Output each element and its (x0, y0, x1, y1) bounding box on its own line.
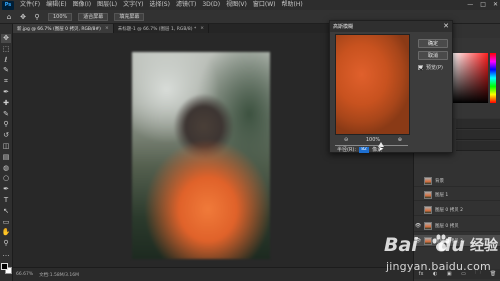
menu-file[interactable]: 文件(F) (17, 0, 43, 10)
menu-view[interactable]: 视图(V) (223, 0, 250, 10)
blurred-photo-canvas[interactable] (132, 52, 270, 259)
layer-thumbnail (424, 190, 432, 199)
menu-help[interactable]: 帮助(H) (279, 0, 306, 10)
marquee-icon[interactable]: ⬚ (1, 45, 11, 54)
pointer-cursor-icon: ➤ (378, 145, 384, 153)
menu-3d[interactable]: 3D(D) (199, 0, 223, 10)
dialog-titlebar[interactable]: 高斯模糊 ✕ (330, 21, 452, 32)
close-icon[interactable]: ✕ (443, 22, 449, 31)
ok-button[interactable]: 确定 (418, 39, 448, 48)
gradient-icon[interactable]: ▤ (1, 153, 11, 162)
fit-screen-button[interactable]: 适合屏幕 (78, 12, 109, 21)
cancel-button[interactable]: 取消 (418, 51, 448, 60)
shape-icon[interactable]: ▭ (1, 218, 11, 227)
crop-icon[interactable]: ⌗ (1, 77, 11, 86)
hue-slider[interactable] (490, 53, 496, 103)
tab-document-1[interactable]: 新.jpg @ 66.7% (图层 0 拷贝, RGB/8#) × (13, 24, 114, 33)
tab-document-2[interactable]: 未标题-1 @ 66.7% (图层 1, RGB/8) * × (114, 24, 209, 33)
close-icon[interactable]: ✕ (493, 0, 498, 10)
menu-type[interactable]: 文字(Y) (120, 0, 146, 10)
move-icon[interactable]: ✥ (1, 34, 11, 43)
watermark-brand-left: Bai (384, 234, 418, 256)
menu-image[interactable]: 图像(I) (70, 0, 94, 10)
layer-name: 图层 0 拷贝 2 (435, 207, 464, 213)
layer-thumbnail (424, 221, 432, 230)
layers-filter-bar[interactable] (456, 130, 500, 140)
tab-label: 未标题-1 @ 66.7% (图层 1, RGB/8) * (117, 26, 197, 32)
layers-panel-tabs[interactable] (456, 119, 500, 129)
close-tab-icon[interactable]: × (200, 26, 204, 31)
maximize-icon[interactable]: □ (480, 0, 486, 10)
close-tab-icon[interactable]: × (105, 26, 109, 31)
tab-label: 新.jpg @ 66.7% (图层 0 拷贝, RGB/8#) (17, 26, 101, 32)
blur-icon[interactable]: ◍ (1, 164, 11, 173)
paw-icon (432, 234, 450, 252)
slider-track[interactable] (335, 145, 408, 146)
layer-row[interactable]: 图层 0 拷贝 2 (414, 204, 500, 216)
zoom-percent-button[interactable]: 100% (48, 12, 73, 21)
layer-row[interactable]: 图层 1 (414, 189, 500, 201)
quick-select-icon[interactable]: ✎ (1, 66, 11, 75)
watermark-brand-cn: 经验 (469, 238, 498, 254)
foreground-color-swatch[interactable] (0, 262, 8, 270)
move-icon[interactable]: ✥ (18, 12, 28, 21)
zoom-tool-icon[interactable]: ⚲ (32, 12, 42, 21)
eye-icon[interactable]: 👁 (414, 223, 422, 229)
type-icon[interactable]: T (1, 196, 11, 205)
layer-name: 背景 (435, 178, 444, 184)
menu-bar: Ps 文件(F) 编辑(E) 图像(I) 图层(L) 文字(Y) 选择(S) 滤… (0, 0, 500, 10)
zoom-icon[interactable]: ⚲ (1, 239, 11, 248)
layers-blend-bar[interactable] (456, 141, 500, 151)
more-tools-icon[interactable]: … (1, 250, 11, 259)
window-controls: — □ ✕ (467, 0, 498, 10)
menu-select[interactable]: 选择(S) (146, 0, 173, 10)
preview-option[interactable]: 预览(P) (418, 64, 443, 71)
path-select-icon[interactable]: ↖ (1, 207, 11, 216)
lasso-icon[interactable]: ℓ (1, 56, 11, 65)
dodge-icon[interactable]: ○ (1, 174, 11, 183)
layer-thumbnail (424, 205, 432, 214)
fill-screen-button[interactable]: 填充屏幕 (114, 12, 145, 21)
pen-icon[interactable]: ✒ (1, 185, 11, 194)
brush-icon[interactable]: ✎ (1, 110, 11, 119)
layer-thumbnail (424, 176, 432, 185)
healing-icon[interactable]: ✚ (1, 99, 11, 108)
blur-preview[interactable] (335, 34, 410, 135)
status-bar: 66.67% 文档:1.58M/3.16M (13, 267, 413, 281)
layer-name: 图层 0 拷贝 (435, 223, 459, 229)
layer-name: 图层 1 (435, 192, 449, 198)
menu-filter[interactable]: 滤镜(T) (173, 0, 199, 10)
gaussian-blur-dialog: 高斯模糊 ✕ ⊖ 100% ⊕ 半径(R): 像素 确定 取消 预览(P) (329, 20, 453, 153)
menu-window[interactable]: 窗口(W) (250, 0, 279, 10)
home-icon[interactable]: ⌂ (4, 12, 14, 21)
eyedropper-icon[interactable]: ✒ (1, 88, 11, 97)
eraser-icon[interactable]: ◫ (1, 142, 11, 151)
photoshop-window: Ps 文件(F) 编辑(E) 图像(I) 图层(L) 文字(Y) 选择(S) 滤… (0, 0, 500, 281)
minimize-icon[interactable]: — (467, 0, 473, 10)
dialog-title: 高斯模糊 (333, 24, 354, 30)
stamp-icon[interactable]: ⚲ (1, 120, 11, 129)
color-picker-field[interactable] (452, 53, 488, 103)
menu-layer[interactable]: 图层(L) (94, 0, 120, 10)
layer-row[interactable]: 背景 (414, 175, 500, 187)
preview-checkbox[interactable] (418, 65, 423, 70)
status-doc-info: 文档:1.58M/3.16M (39, 272, 80, 278)
status-zoom[interactable]: 66.67% (16, 272, 33, 277)
watermark-url: jingyan.baidu.com (386, 260, 491, 273)
history-brush-icon[interactable]: ↺ (1, 131, 11, 140)
tool-bar: ✥ ⬚ ℓ ✎ ⌗ ✒ ✚ ✎ ⚲ ↺ ◫ ▤ ◍ ○ ✒ T ↖ ▭ ✋ ⚲ … (0, 24, 13, 281)
radius-slider[interactable] (335, 142, 408, 150)
preview-label: 预览(P) (426, 65, 443, 71)
menu-edit[interactable]: 编辑(E) (43, 0, 69, 10)
color-swatches[interactable] (0, 262, 12, 274)
baidu-jingyan-watermark: Bai du 经验 jingyan.baidu.com (384, 230, 500, 281)
photoshop-logo: Ps (2, 0, 14, 10)
hand-icon[interactable]: ✋ (1, 228, 11, 237)
